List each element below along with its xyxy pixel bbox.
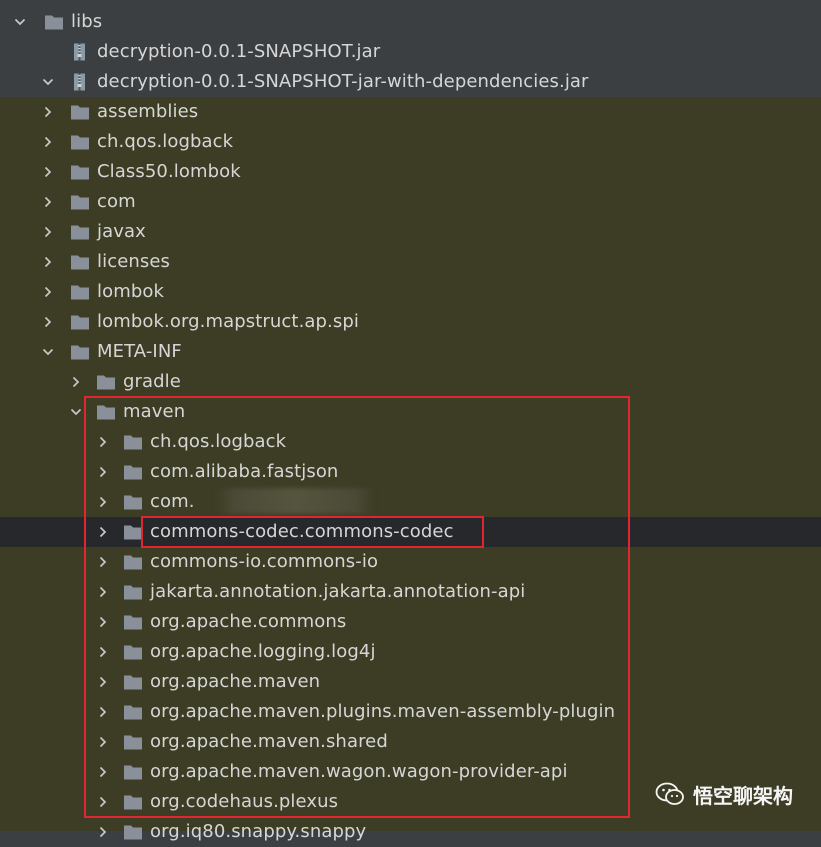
tree-row[interactable]: licenses (0, 247, 821, 277)
tree-row-label: lombok (97, 281, 165, 302)
folder-icon (70, 133, 90, 151)
project-tree: libs decryption-0.0.1-SNAPSHOT.jar decrypt… (0, 0, 821, 842)
tree-row-label: org.iq80.snappy.snappy (150, 821, 367, 842)
folder-icon (96, 373, 116, 391)
tree-row[interactable]: decryption-0.0.1-SNAPSHOT-jar-with-depen… (0, 67, 821, 97)
chevron-right-icon[interactable] (40, 254, 56, 270)
tree-row[interactable]: javax (0, 217, 821, 247)
folder-icon (70, 223, 90, 241)
tree-row-label: decryption-0.0.1-SNAPSHOT.jar (97, 41, 381, 62)
tree-row-label: com (97, 191, 136, 212)
tree-row-label: assemblies (97, 101, 199, 122)
tree-row-label: gradle (123, 371, 181, 392)
chevron-right-icon[interactable] (95, 824, 111, 840)
chevron-down-icon[interactable] (40, 74, 56, 90)
chevron-down-icon[interactable] (40, 344, 56, 360)
folder-icon (123, 823, 143, 841)
tree-row[interactable]: decryption-0.0.1-SNAPSHOT.jar (0, 37, 821, 67)
chevron-right-icon[interactable] (40, 224, 56, 240)
chevron-right-icon[interactable] (40, 284, 56, 300)
folder-icon (70, 253, 90, 271)
tree-row[interactable]: assemblies (0, 97, 821, 127)
tree-row[interactable]: ch.qos.logback (0, 127, 821, 157)
folder-icon (70, 343, 90, 361)
tree-row[interactable]: com (0, 187, 821, 217)
folder-icon (70, 163, 90, 181)
tree-row-label: licenses (97, 251, 171, 272)
chevron-right-icon[interactable] (68, 374, 84, 390)
wechat-icon (655, 782, 684, 805)
folder-icon (44, 13, 64, 31)
highlight-box-commons-codec (141, 516, 484, 548)
folder-icon (70, 103, 90, 121)
tree-row[interactable]: lombok.org.mapstruct.ap.spi (0, 307, 821, 337)
tree-row-label: META-INF (97, 341, 182, 362)
tree-row[interactable]: libs (0, 7, 821, 37)
highlight-box-maven (84, 396, 630, 818)
tree-row[interactable]: META-INF (0, 337, 821, 367)
tree-row-label: decryption-0.0.1-SNAPSHOT-jar-with-depen… (97, 71, 589, 92)
chevron-right-icon[interactable] (40, 314, 56, 330)
tree-row[interactable]: Class50.lombok (0, 157, 821, 187)
chevron-right-icon[interactable] (40, 164, 56, 180)
folder-icon (70, 313, 90, 331)
chevron-right-icon[interactable] (40, 194, 56, 210)
chevron-right-icon[interactable] (40, 134, 56, 150)
chevron-down-icon[interactable] (68, 404, 84, 420)
tree-row[interactable]: lombok (0, 277, 821, 307)
tree-row[interactable]: org.iq80.snappy.snappy (0, 817, 821, 847)
tree-row-label: lombok.org.mapstruct.ap.spi (97, 311, 359, 332)
chevron-down-icon[interactable] (12, 14, 28, 30)
tree-row-label: libs (71, 11, 103, 32)
watermark-text: 悟空聊架构 (693, 783, 793, 808)
watermark: 悟空聊架构 (655, 780, 793, 808)
tree-row[interactable]: gradle (0, 367, 821, 397)
chevron-right-icon[interactable] (40, 104, 56, 120)
jar-file-icon (70, 73, 90, 91)
jar-file-icon (70, 43, 90, 61)
tree-row-label: Class50.lombok (97, 161, 241, 182)
tree-row-label: ch.qos.logback (97, 131, 234, 152)
tree-row-label: javax (97, 221, 146, 242)
folder-icon (70, 283, 90, 301)
folder-icon (70, 193, 90, 211)
